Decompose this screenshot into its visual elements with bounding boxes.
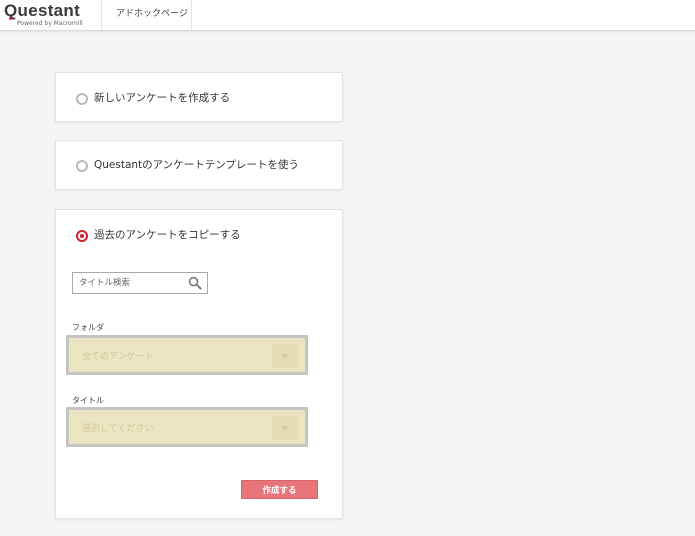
option-card-copy-past: 過去のアンケートをコピーする フォルダ 全てのアンケート タイトル 選択してくだ… [55,209,343,519]
logo-wordmark: Questant [4,1,81,20]
logo-dot [9,17,12,20]
option-new-survey[interactable]: 新しいアンケートを作成する [76,92,230,105]
option-template-label: Questantのアンケートテンプレートを使う [94,159,299,171]
logo-subtitle: Powered by Macromill [17,20,83,27]
chevron-down-icon [272,344,298,368]
questant-logo[interactable]: Questant Powered by Macromill [4,1,94,30]
folder-label: フォルダ [72,323,104,332]
title-select-value: 選択してください [82,424,154,434]
create-button[interactable]: 作成する [241,480,318,499]
radio-template[interactable] [76,159,88,172]
title-label: タイトル [72,396,104,405]
search-icon[interactable] [188,276,202,290]
option-template[interactable]: Questantのアンケートテンプレートを使う [76,159,299,172]
title-search-input[interactable] [79,276,179,290]
option-copy-past[interactable]: 過去のアンケートをコピーする [76,229,241,242]
option-card-template[interactable]: Questantのアンケートテンプレートを使う [55,140,343,190]
title-select[interactable]: 選択してください [66,407,308,447]
header-divider [191,0,192,30]
chevron-down-icon [272,416,298,440]
option-card-new-survey[interactable]: 新しいアンケートを作成する [55,72,343,122]
folder-select-value: 全てのアンケート [82,352,154,362]
header-divider [101,0,102,30]
top-header: Questant Powered by Macromill アドホックページ [0,0,695,31]
option-copy-past-label: 過去のアンケートをコピーする [94,229,241,241]
title-search-box [72,272,208,294]
radio-copy-past[interactable] [76,229,88,242]
radio-new-survey[interactable] [76,92,88,105]
nav-adhoc-page-link[interactable]: アドホックページ [116,9,188,20]
option-new-survey-label: 新しいアンケートを作成する [94,92,231,104]
folder-select[interactable]: 全てのアンケート [66,335,308,375]
